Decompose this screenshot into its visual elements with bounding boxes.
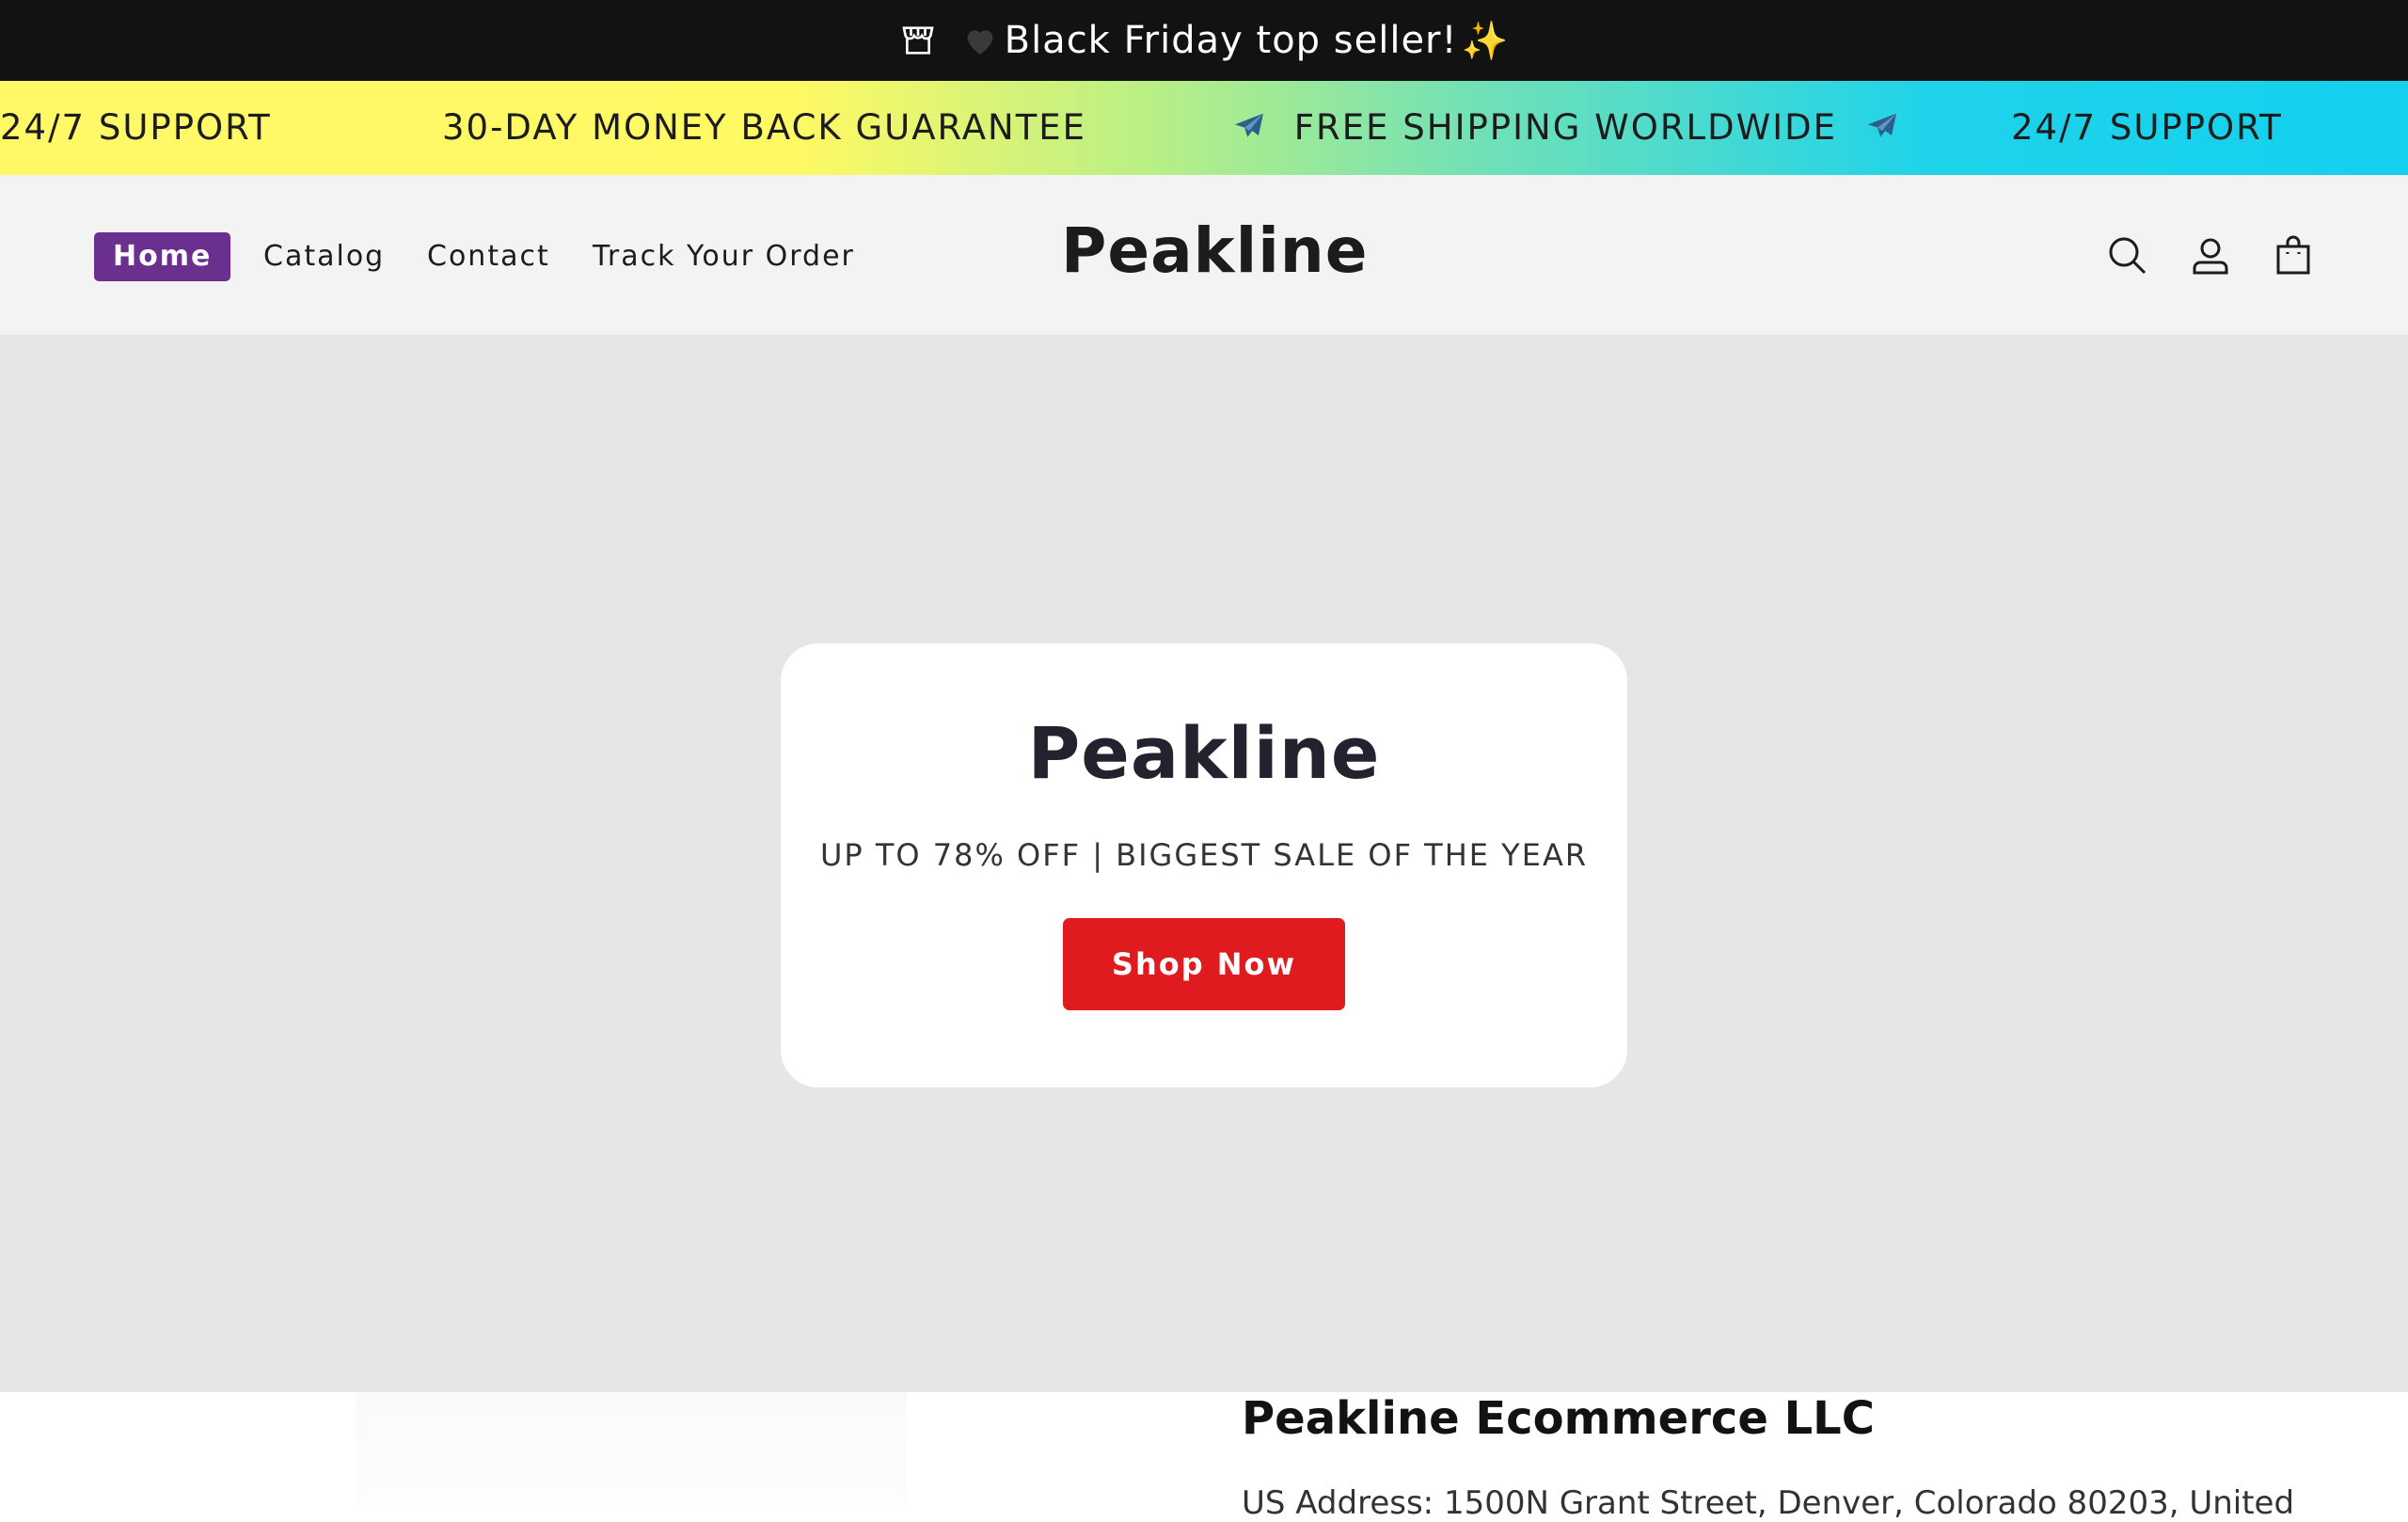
shop-now-button[interactable]: Shop Now: [1063, 918, 1345, 1010]
hero-card: Peakline UP TO 78% OFF | BIGGEST SALE OF…: [781, 643, 1627, 1087]
cart-icon[interactable]: [2271, 233, 2316, 278]
nav-home[interactable]: Home: [94, 232, 231, 281]
account-icon[interactable]: [2188, 233, 2233, 278]
marquee-item-shipping: FREE SHIPPING WORLDWIDE: [1230, 81, 1901, 175]
lower-section: Peakline Ecommerce LLC US Address: 1500N…: [0, 1392, 2408, 1522]
airplane-icon: [1867, 113, 1896, 137]
announcement-text: Black Friday top seller!: [1004, 19, 1458, 62]
marquee-item-text: FREE SHIPPING WORLDWIDE: [1293, 107, 1838, 148]
nav-contact[interactable]: Contact: [427, 232, 550, 281]
site-logo[interactable]: Peakline: [1061, 214, 1369, 287]
hero-title: Peakline: [1027, 711, 1381, 795]
airplane-icon: [1235, 113, 1263, 137]
marquee-bar: 24/7 SUPPORT 30-DAY MONEY BACK GUARANTEE…: [0, 81, 2408, 175]
heart-icon: [967, 30, 992, 55]
company-address: US Address: 1500N Grant Street, Denver, …: [1242, 1484, 2295, 1522]
hero-subtitle: UP TO 78% OFF | BIGGEST SALE OF THE YEAR: [819, 837, 1589, 873]
nav-catalog[interactable]: Catalog: [263, 232, 385, 281]
marquee-item: 24/7 SUPPORT: [2011, 107, 2283, 148]
site-header: Home Catalog Contact Track Your Order Pe…: [0, 175, 2408, 337]
store-icon: [901, 26, 934, 55]
marquee-item: 30-DAY MONEY BACK GUARANTEE: [442, 107, 1087, 148]
announcement-bar: Black Friday top seller! ✨: [0, 0, 2408, 81]
hero-banner: Peakline UP TO 78% OFF | BIGGEST SALE OF…: [0, 337, 2408, 1392]
search-icon[interactable]: [2105, 233, 2150, 278]
nav-track-order[interactable]: Track Your Order: [593, 232, 855, 281]
marquee-item: 24/7 SUPPORT: [0, 107, 272, 148]
company-image: [356, 1392, 907, 1505]
sparkle-icon: ✨: [1461, 19, 1510, 63]
company-name: Peakline Ecommerce LLC: [1242, 1392, 1875, 1445]
